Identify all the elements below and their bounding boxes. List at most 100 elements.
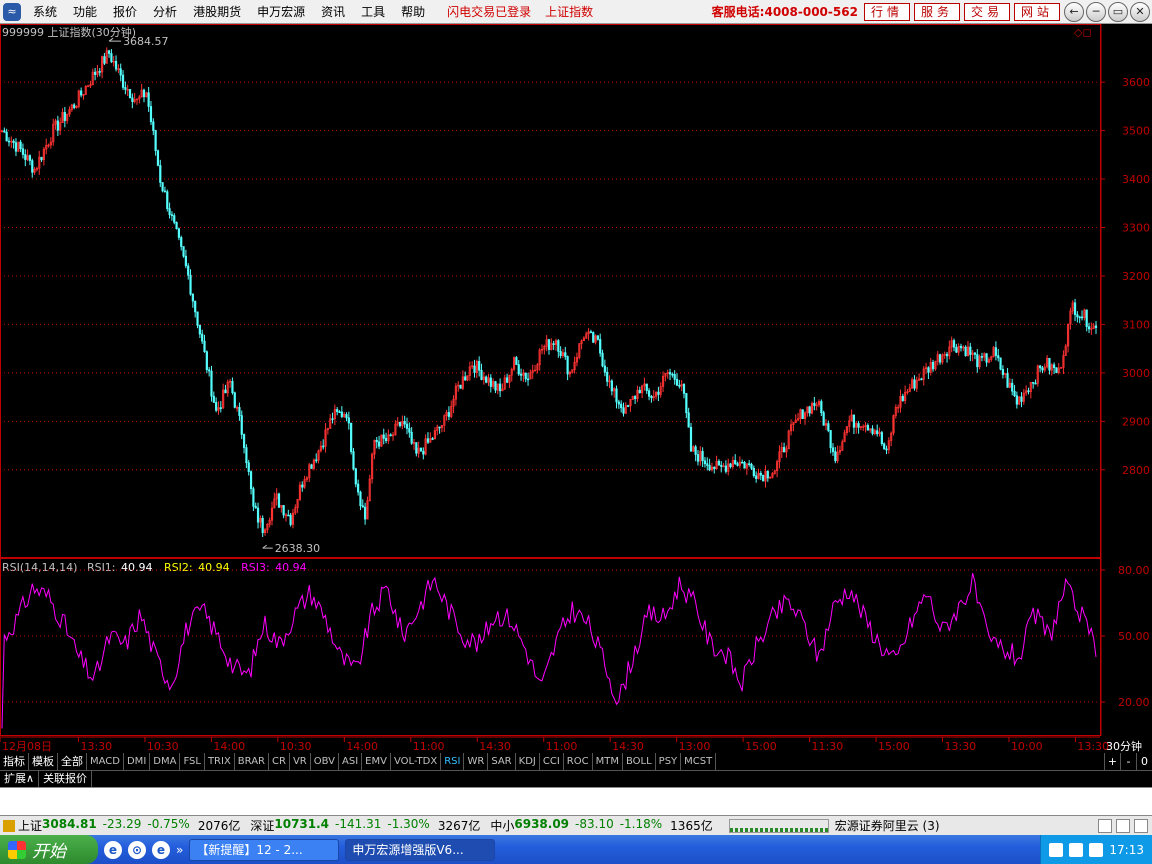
task-trading-app[interactable]: 申万宏源增强版V6... [345,838,496,861]
ticker-group-sme[interactable]: 中小 6938.09 -83.10 -1.18% 1365亿 [490,817,712,834]
chart-corner-icon[interactable]: ◇◻ [1074,26,1092,39]
zoom-reset-button[interactable]: 0 [1136,753,1152,770]
candle-body [287,514,290,517]
ie-icon[interactable]: e [104,840,122,859]
candle-body [620,403,623,409]
tray-flag-icon[interactable] [1049,842,1064,857]
candle-body [517,364,520,375]
back-icon[interactable]: ← [1064,1,1084,22]
candle-body [801,409,804,419]
start-button[interactable]: 开始 [0,835,98,864]
candle-body [210,370,213,397]
lock-icon[interactable] [1134,818,1148,833]
tab-related-quote[interactable]: 关联报价 [39,771,93,787]
service-button[interactable]: 服务 [913,2,960,21]
tab-expand[interactable]: 扩展∧ [0,771,40,787]
tab-indicator-boll[interactable]: BOLL [623,753,656,770]
tab-indicator-fsl[interactable]: FSL [180,753,205,770]
rsi-header: RSI(14,14,14) RSI1: 40.94 RSI2: 40.94 RS… [2,561,307,574]
tab-indicator-roc[interactable]: ROC [564,753,593,770]
menu-news[interactable]: 资讯 [313,3,353,20]
candle-body [729,463,732,467]
tab-indicator-macd[interactable]: MACD [87,753,124,770]
candle-body [1039,365,1042,369]
price-tick-label: 3100 [1122,318,1150,331]
tab-template[interactable]: 模板 [29,753,58,770]
period-label[interactable]: 30分钟 [1106,739,1142,753]
tab-indicator-vr[interactable]: VR [290,753,311,770]
broker-server[interactable]: 宏源证券阿里云 (3) [835,817,940,834]
time-tick-label: 13:00 [679,740,711,753]
candle-body [182,246,185,257]
trade-button[interactable]: 交易 [963,2,1010,21]
candle-body [359,491,362,506]
chart-area[interactable]: 999999 上证指数(30分钟) ◇◻ 2800 2900 3000 3100 320… [0,24,1152,755]
menu-function[interactable]: 功能 [65,3,105,20]
candle-body [750,463,753,469]
ticker-group-sz[interactable]: 深证 10731.4 -141.31 -1.30% 3267亿 [250,817,480,834]
zoom-in-button[interactable]: + [1104,753,1120,770]
tab-indicator-dmi[interactable]: DMI [124,753,151,770]
tab-indicator-asi[interactable]: ASI [339,753,363,770]
zoom-out-button[interactable]: - [1120,753,1136,770]
candle-body [156,150,160,166]
candle-body [131,97,134,102]
tray-shield-icon[interactable] [1089,842,1104,857]
tab-indicator-cci[interactable]: CCI [540,753,564,770]
candle-body [1073,302,1077,315]
candle-body [1041,367,1044,371]
tray-app-icon[interactable] [1069,842,1084,857]
candle-body [708,465,711,471]
tab-indicator-sar[interactable]: SAR [488,753,516,770]
current-index-label[interactable]: 上证指数 [545,3,593,20]
menu-swhy[interactable]: 申万宏源 [249,3,313,20]
menu-quote[interactable]: 报价 [105,3,145,20]
tab-indicator-brar[interactable]: BRAR [235,753,269,770]
menu-system[interactable]: 系统 [25,3,65,20]
candle-body [107,50,111,54]
tab-indicator-dma[interactable]: DMA [150,753,181,770]
candle-body [212,395,215,403]
candle-body [98,71,101,73]
tab-indicator-cr[interactable]: CR [269,753,290,770]
browser-icon[interactable]: ⊙ [128,840,146,859]
price-tick-label: 3400 [1122,173,1150,186]
quicklaunch-more-icon[interactable]: » [176,843,183,857]
candle-body [831,447,835,452]
menu-hk-futures[interactable]: 港股期货 [185,3,249,20]
tab-indicator-psy[interactable]: PSY [656,753,682,770]
chart-svg[interactable]: 999999 上证指数(30分钟) ◇◻ 2800 2900 3000 3100 320… [0,24,1152,755]
close-icon[interactable]: ✕ [1130,1,1150,22]
candle-body [713,466,716,470]
ie-icon-2[interactable]: e [152,840,170,859]
website-button[interactable]: 网站 [1013,2,1060,21]
rsi-tick-label: 80.00 [1118,564,1150,577]
menu-analysis[interactable]: 分析 [145,3,185,20]
login-status[interactable]: 闪电交易已登录 [447,3,531,20]
task-browser[interactable]: 【新提醒】12 - 2... [189,838,340,861]
menu-help[interactable]: 帮助 [393,3,433,20]
menu-tools[interactable]: 工具 [353,3,393,20]
restore-icon[interactable]: ▭ [1108,1,1128,22]
minimize-icon[interactable]: ─ [1086,1,1106,22]
tab-indicator-trix[interactable]: TRIX [205,753,235,770]
tab-all[interactable]: 全部 [58,753,87,770]
clock[interactable]: 17:13 [1109,843,1144,857]
tab-indicator[interactable]: 指标 [0,753,29,770]
tab-indicator-rsi[interactable]: RSI [441,753,465,770]
tab-indicator-wr[interactable]: WR [464,753,489,770]
window-icon[interactable] [1098,818,1112,833]
tab-indicator-kdj[interactable]: KDJ [516,753,540,770]
tab-indicator-vol-tdx[interactable]: VOL-TDX [391,753,442,770]
candle-body [73,104,76,108]
tab-indicator-mtm[interactable]: MTM [593,753,623,770]
wifi-icon[interactable] [1116,818,1130,833]
candle-body [422,450,425,455]
tab-indicator-emv[interactable]: EMV [362,753,391,770]
tab-indicator-obv[interactable]: OBV [311,753,339,770]
tab-indicator-mcst[interactable]: MCST [681,753,717,770]
market-button[interactable]: 行情 [863,2,910,21]
ticker-icon[interactable] [3,819,15,832]
ticker-group-sh[interactable]: 上证 3084.81 -23.29 -0.75% 2076亿 [18,817,240,834]
candle-body [196,311,199,326]
